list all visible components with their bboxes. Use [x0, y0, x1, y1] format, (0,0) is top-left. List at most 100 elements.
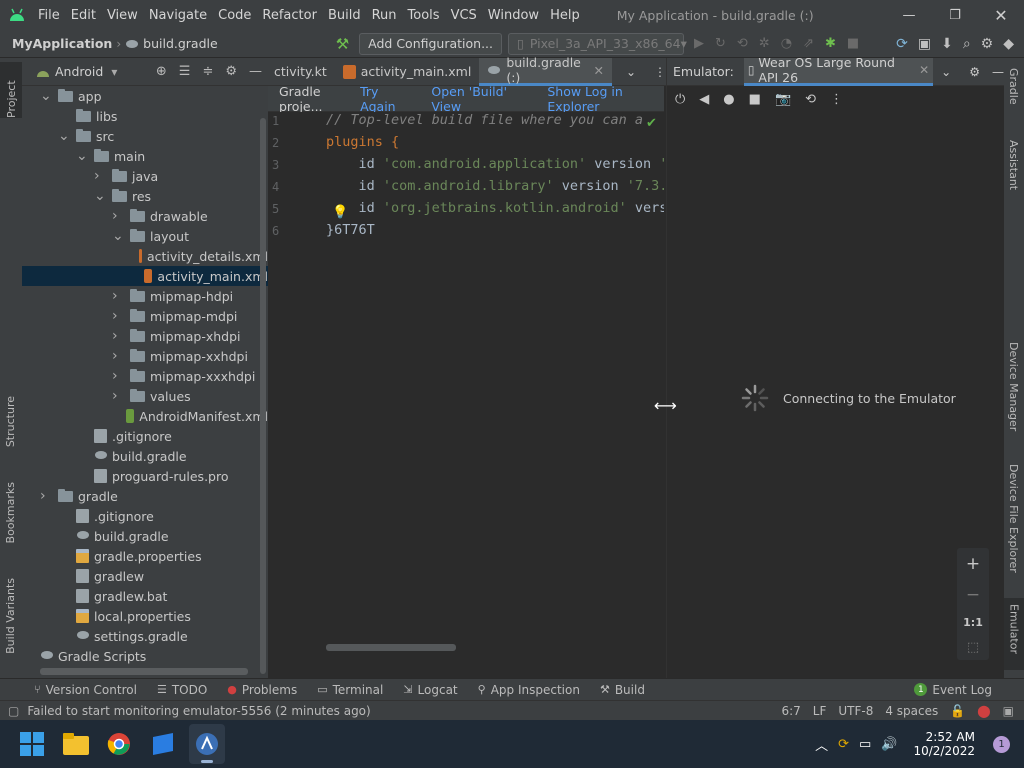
tree-item[interactable]: ⌄ main: [22, 146, 268, 166]
tree-item[interactable]: .gitignore: [22, 506, 268, 526]
gear-icon[interactable]: ⚙: [225, 64, 237, 79]
overview-icon[interactable]: ■: [749, 92, 761, 107]
tree-item[interactable]: activity_main.xml: [22, 266, 268, 286]
close-icon[interactable]: ✕: [978, 0, 1024, 30]
menu-code[interactable]: Code: [218, 8, 251, 23]
chevron-down-icon[interactable]: ⌄: [40, 88, 52, 104]
tool-window-todo[interactable]: ☰ TODO: [157, 683, 207, 697]
notification-badge[interactable]: 1: [993, 735, 1010, 753]
code-area[interactable]: // Top-level build file where you can a p…: [326, 112, 664, 652]
clock[interactable]: 2:52 AM 10/2/2022: [913, 730, 975, 758]
try-again-link[interactable]: Try Again: [360, 84, 411, 114]
tool-window-problems[interactable]: ● Problems: [227, 683, 297, 697]
more-options-icon[interactable]: ⋮: [654, 65, 666, 79]
android-studio-taskbar-icon[interactable]: [189, 724, 225, 764]
sdk-manager-icon[interactable]: ⬇: [941, 36, 953, 52]
sync-status-icon[interactable]: ⟳: [838, 737, 849, 752]
tree-item[interactable]: › values: [22, 386, 268, 406]
tree-item[interactable]: › java: [22, 166, 268, 186]
structure-tool-button[interactable]: Structure: [4, 396, 17, 450]
chevron-right-icon[interactable]: ›: [112, 288, 124, 304]
menu-view[interactable]: View: [107, 8, 138, 23]
gradle-tool-button[interactable]: Gradle: [1007, 68, 1020, 108]
remote-app-icon[interactable]: [151, 733, 175, 755]
restore-icon[interactable]: ❐: [932, 0, 978, 30]
device-selector[interactable]: ▯ Pixel_3a_API_33_x86_64 ▾: [508, 32, 687, 55]
screenshot-icon[interactable]: 📷: [775, 92, 791, 107]
tree-item[interactable]: gradle.properties: [22, 546, 268, 566]
apply-changes-icon[interactable]: ↻: [715, 36, 726, 51]
tree-item[interactable]: settings.gradle: [22, 626, 268, 646]
chevron-right-icon[interactable]: ›: [112, 308, 124, 324]
tree-item[interactable]: ⌄ app: [22, 86, 268, 106]
horizontal-scrollbar[interactable]: [40, 668, 248, 675]
tool-window-version-control[interactable]: ⑂ Version Control: [34, 683, 137, 697]
tree-item[interactable]: AndroidManifest.xml: [22, 406, 268, 426]
tool-window-terminal[interactable]: ▭ Terminal: [317, 683, 383, 697]
tree-item[interactable]: Gradle Scripts: [22, 646, 268, 666]
chevron-right-icon[interactable]: ›: [112, 328, 124, 344]
menu-build[interactable]: Build: [328, 8, 361, 23]
code-editor[interactable]: 1 2 3 4 5 6 // Top-level build file where you…: [268, 112, 664, 652]
back-icon[interactable]: ◀: [699, 92, 709, 107]
device-manager-icon[interactable]: ▣: [918, 36, 931, 52]
search-icon[interactable]: ⌕: [963, 36, 971, 52]
chevron-down-icon[interactable]: ▾: [111, 65, 117, 79]
stop-icon[interactable]: ■: [847, 36, 859, 51]
show-log-link[interactable]: Show Log in Explorer: [547, 84, 664, 114]
tab-build-gradle[interactable]: build.gradle (:) ✕: [479, 55, 612, 86]
menu-file[interactable]: File: [38, 8, 60, 23]
home-icon[interactable]: ●: [723, 92, 734, 107]
snapshot-icon[interactable]: ⟲: [805, 92, 816, 107]
emulator-device-tab[interactable]: ▯ Wear OS Large Round API 26 ✕: [743, 55, 934, 86]
tree-item[interactable]: › mipmap-xxhdpi: [22, 346, 268, 366]
lock-icon[interactable]: 🔓: [950, 704, 965, 718]
code-line[interactable]: id 'com.android.library' version '7.3.: [326, 178, 665, 194]
status-message[interactable]: Failed to start monitoring emulator-5556…: [27, 704, 370, 718]
chevron-down-icon[interactable]: ⌄: [94, 188, 106, 204]
code-line[interactable]: // Top-level build file where you can a: [326, 112, 643, 128]
chevron-down-icon[interactable]: ⌄: [58, 128, 70, 144]
tree-item[interactable]: ⌄ src: [22, 126, 268, 146]
tree-item[interactable]: ⌄ layout: [22, 226, 268, 246]
display-icon[interactable]: ▭: [859, 737, 871, 752]
close-tab-icon[interactable]: ✕: [593, 63, 603, 78]
intention-bulb-icon[interactable]: 💡: [332, 205, 348, 220]
run-coverage-icon[interactable]: ✱: [825, 36, 836, 51]
tree-item[interactable]: local.properties: [22, 606, 268, 626]
locate-file-icon[interactable]: ⊕: [156, 64, 167, 79]
zoom-in-icon[interactable]: +: [966, 554, 980, 574]
profile-icon[interactable]: ◔: [781, 36, 792, 51]
project-tool-button[interactable]: Project: [0, 62, 22, 118]
collapse-all-icon[interactable]: ≑: [202, 64, 213, 79]
menu-edit[interactable]: Edit: [71, 8, 96, 23]
tree-item[interactable]: build.gradle: [22, 446, 268, 466]
chevron-right-icon[interactable]: ›: [112, 348, 124, 364]
memory-indicator-icon[interactable]: ▣: [1003, 704, 1014, 718]
indent-setting[interactable]: 4 spaces: [885, 704, 938, 718]
tool-window-logcat[interactable]: ⇲ Logcat: [403, 683, 457, 697]
file-encoding[interactable]: UTF-8: [838, 704, 873, 718]
tree-item[interactable]: proguard-rules.pro: [22, 466, 268, 486]
power-icon[interactable]: ⏻: [675, 92, 685, 107]
volume-icon[interactable]: 🔊: [881, 737, 897, 752]
chevron-right-icon[interactable]: ›: [40, 488, 52, 504]
tool-window-build[interactable]: ⚒ Build: [600, 683, 645, 697]
menu-help[interactable]: Help: [550, 8, 580, 23]
editor-horizontal-scrollbar[interactable]: [326, 644, 456, 651]
assistant-tool-button[interactable]: Assistant: [1007, 140, 1020, 193]
menu-window[interactable]: Window: [488, 8, 539, 23]
tree-item[interactable]: › mipmap-xhdpi: [22, 326, 268, 346]
attach-debugger-icon[interactable]: ⇗: [803, 36, 814, 51]
hide-icon[interactable]: —: [992, 65, 1004, 79]
tab-activity-kt[interactable]: ctivity.kt: [268, 58, 335, 86]
debug-icon[interactable]: ✲: [759, 36, 770, 51]
line-separator[interactable]: LF: [813, 704, 827, 718]
menu-refactor[interactable]: Refactor: [262, 8, 317, 23]
file-explorer-icon[interactable]: [63, 733, 89, 755]
code-line[interactable]: plugins {: [326, 134, 399, 150]
tree-item[interactable]: libs: [22, 106, 268, 126]
run-icon[interactable]: ▶: [694, 36, 704, 51]
close-tab-icon[interactable]: ✕: [919, 63, 929, 77]
minimize-icon[interactable]: —: [886, 0, 932, 30]
